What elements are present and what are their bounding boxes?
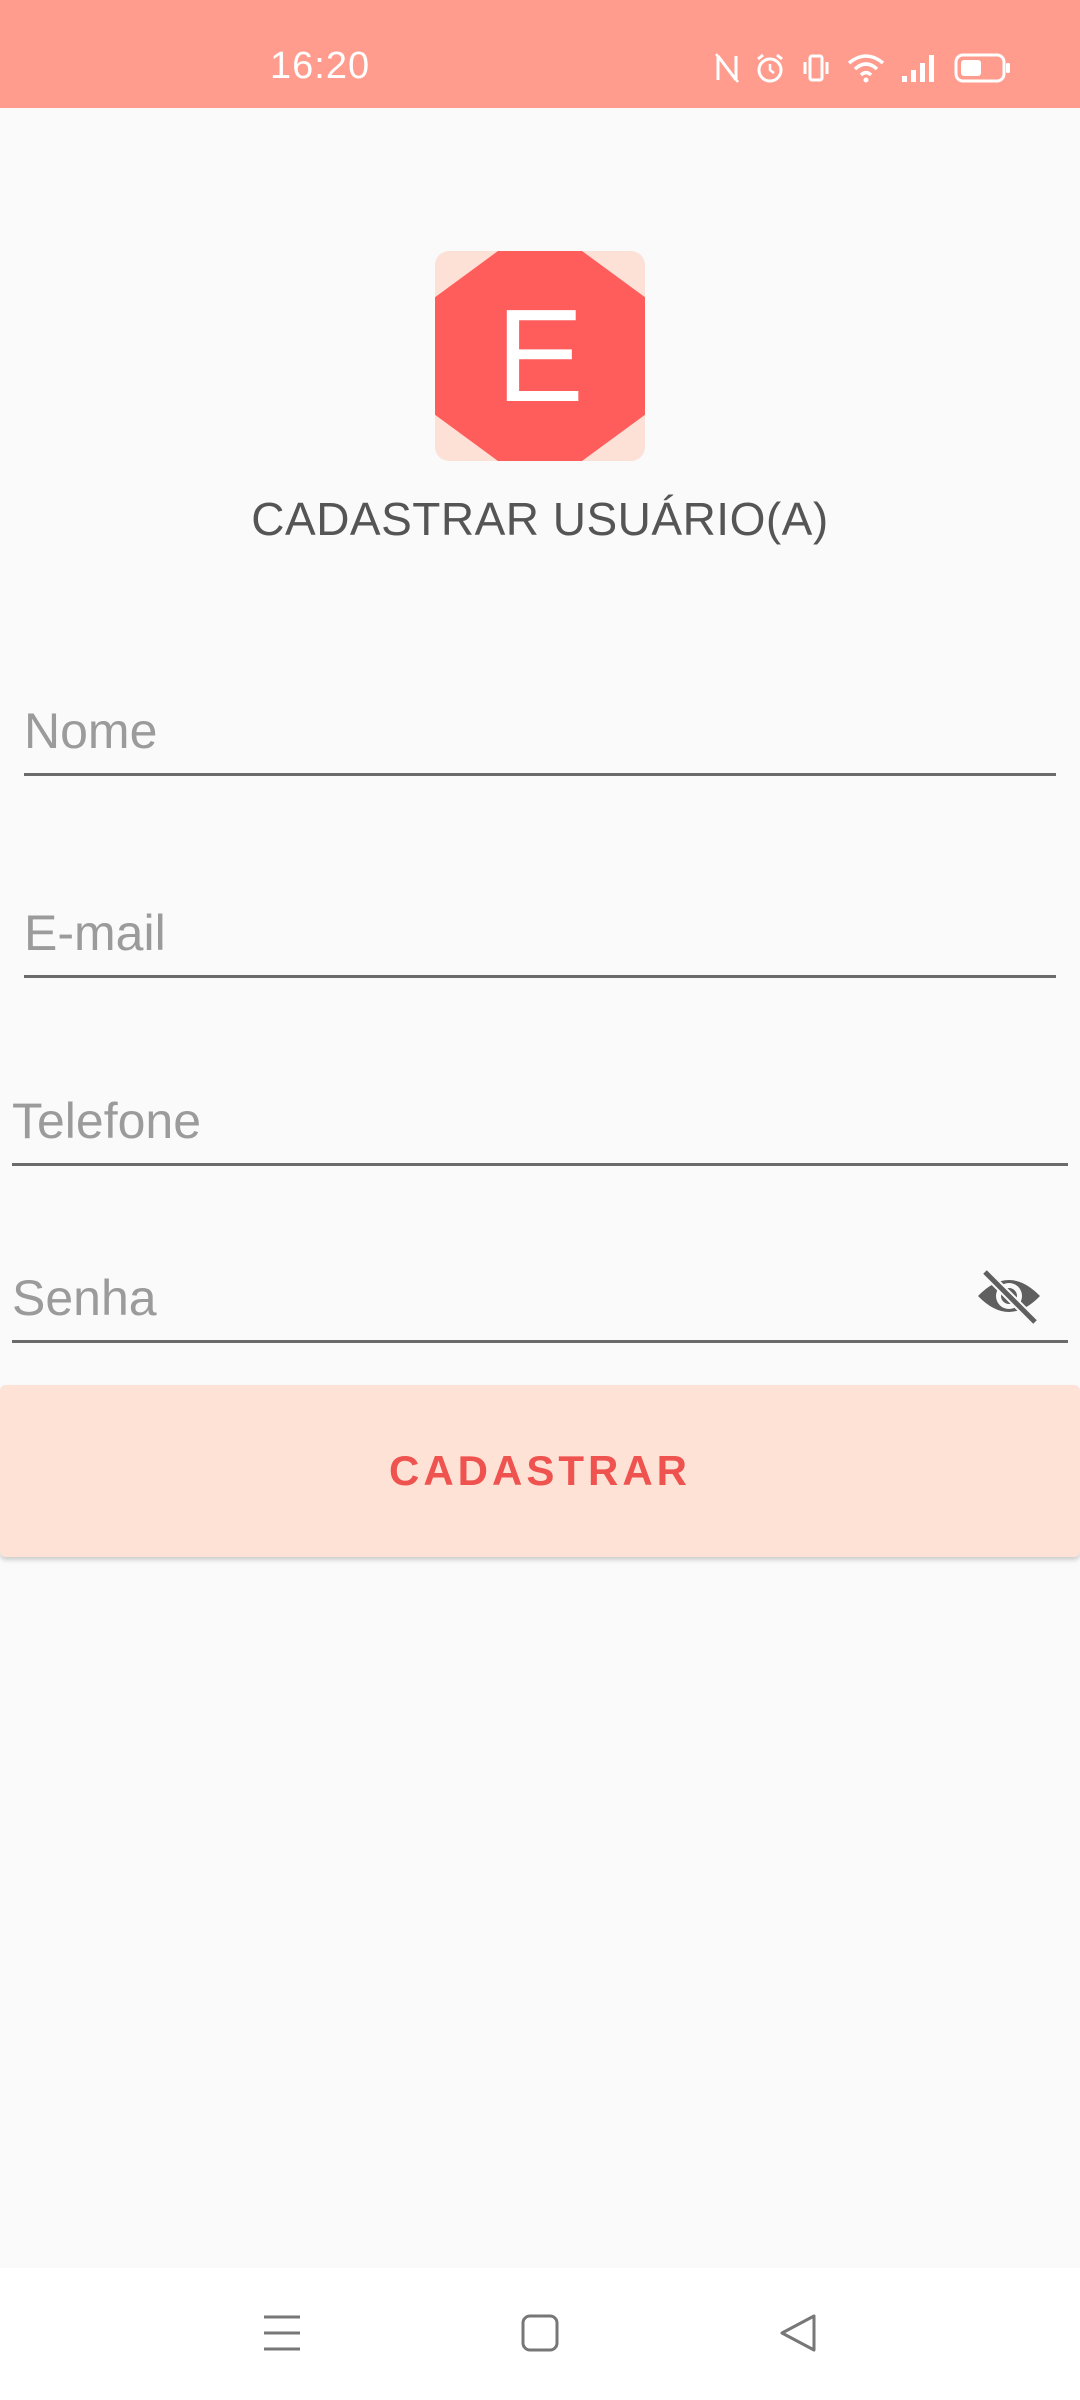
signal-icon	[900, 52, 940, 84]
eye-off-icon[interactable]	[974, 1266, 1044, 1326]
wifi-icon	[846, 52, 886, 84]
email-field[interactable]	[24, 880, 1056, 978]
telefone-input[interactable]	[12, 1089, 1068, 1153]
telefone-field[interactable]	[12, 1068, 1068, 1166]
nome-field[interactable]	[24, 678, 1056, 776]
nfc-icon	[714, 52, 740, 84]
app-logo: E	[435, 251, 645, 461]
menu-icon[interactable]	[242, 2298, 322, 2368]
senha-field[interactable]	[12, 1245, 1068, 1343]
senha-input[interactable]	[12, 1266, 952, 1330]
home-square-icon[interactable]	[500, 2298, 580, 2368]
back-triangle-icon[interactable]	[758, 2298, 838, 2368]
logo-letter: E	[495, 282, 585, 429]
vibrate-icon	[800, 52, 832, 84]
cadastrar-button[interactable]: CADASTRAR	[0, 1385, 1080, 1557]
alarm-icon	[754, 52, 786, 84]
nome-input[interactable]	[24, 699, 1056, 763]
email-input[interactable]	[24, 901, 1056, 965]
status-bar: 16:20	[0, 0, 1080, 108]
page-title: CADASTRAR USUÁRIO(A)	[251, 493, 829, 545]
status-icons	[714, 48, 1012, 88]
main-content: E CADASTRAR USUÁRIO(A) CADASTRAR	[0, 108, 1080, 2268]
status-time: 16:20	[270, 45, 371, 87]
battery-icon	[954, 52, 1012, 84]
navigation-bar	[0, 2268, 1080, 2400]
